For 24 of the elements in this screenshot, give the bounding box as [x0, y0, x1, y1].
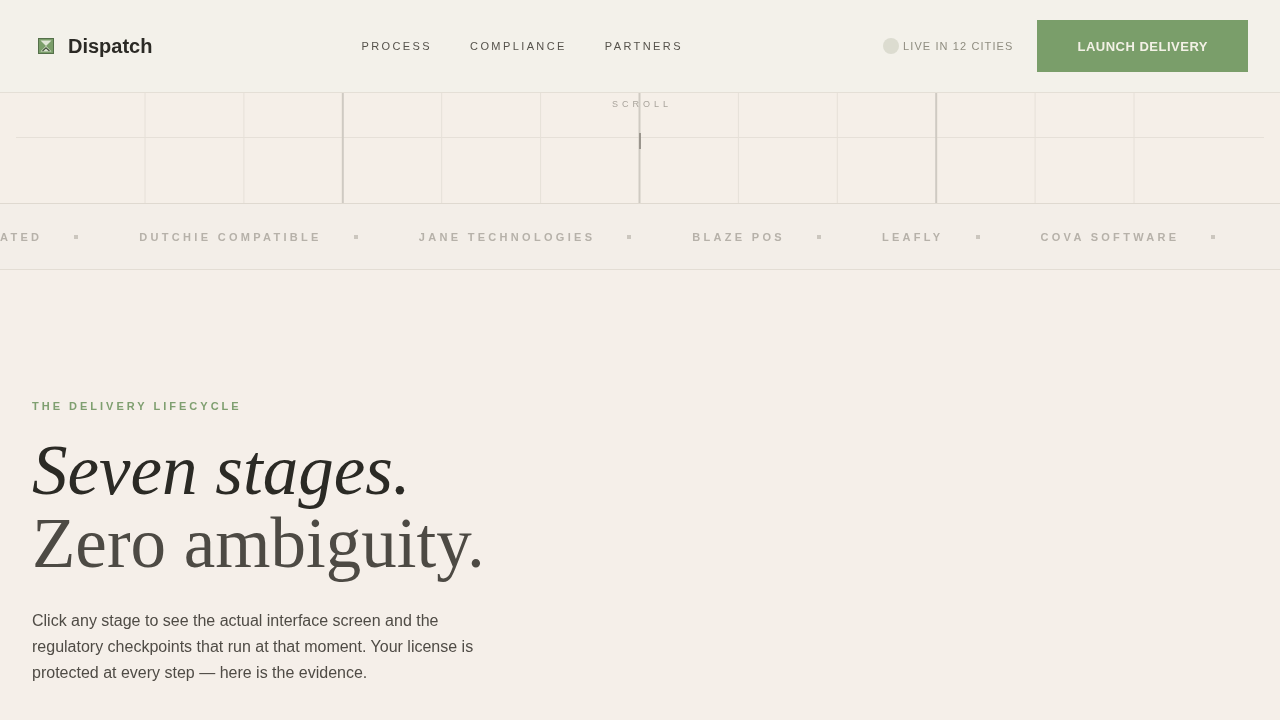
- headline-italic: Seven stages.: [32, 434, 411, 507]
- partner-name: ATED: [0, 230, 43, 243]
- partner-name: DUTCHIE COMPATIBLE: [139, 230, 322, 243]
- partner-name: COVA SOFTWARE: [1040, 230, 1180, 243]
- nav-link[interactable]: PARTNERS: [604, 40, 683, 52]
- brand-name: Dispatch: [68, 34, 153, 58]
- bullet-icon: [74, 234, 79, 239]
- logo-icon: [38, 38, 54, 54]
- bullet-icon: [816, 234, 821, 239]
- scroll-indicator-icon: [639, 133, 641, 149]
- partner-name: JANE TECHNOLOGIES: [418, 230, 596, 243]
- nav-link[interactable]: COMPLIANCE: [470, 40, 567, 52]
- section-eyebrow: THE DELIVERY LIFECYCLE: [32, 400, 242, 413]
- nav-link[interactable]: PROCESS: [361, 40, 433, 52]
- bullet-icon: [353, 234, 358, 239]
- status-dot-icon: [883, 38, 900, 54]
- scroll-hint: SCROLL: [611, 99, 672, 109]
- bullet-icon: [627, 234, 632, 239]
- status-text: LIVE IN 12 CITIES: [903, 40, 1014, 52]
- intro-paragraph: Click any stage to see the actual interface screen and the regulatory checkpoints that run at that moment. Your license is protected at every step — here is the evidence.: [32, 611, 475, 683]
- bullet-icon: [1211, 234, 1216, 239]
- bullet-icon: [975, 234, 980, 239]
- partner-name: BLAZE POS: [692, 230, 785, 243]
- partner-name: LEAFLY: [881, 230, 944, 243]
